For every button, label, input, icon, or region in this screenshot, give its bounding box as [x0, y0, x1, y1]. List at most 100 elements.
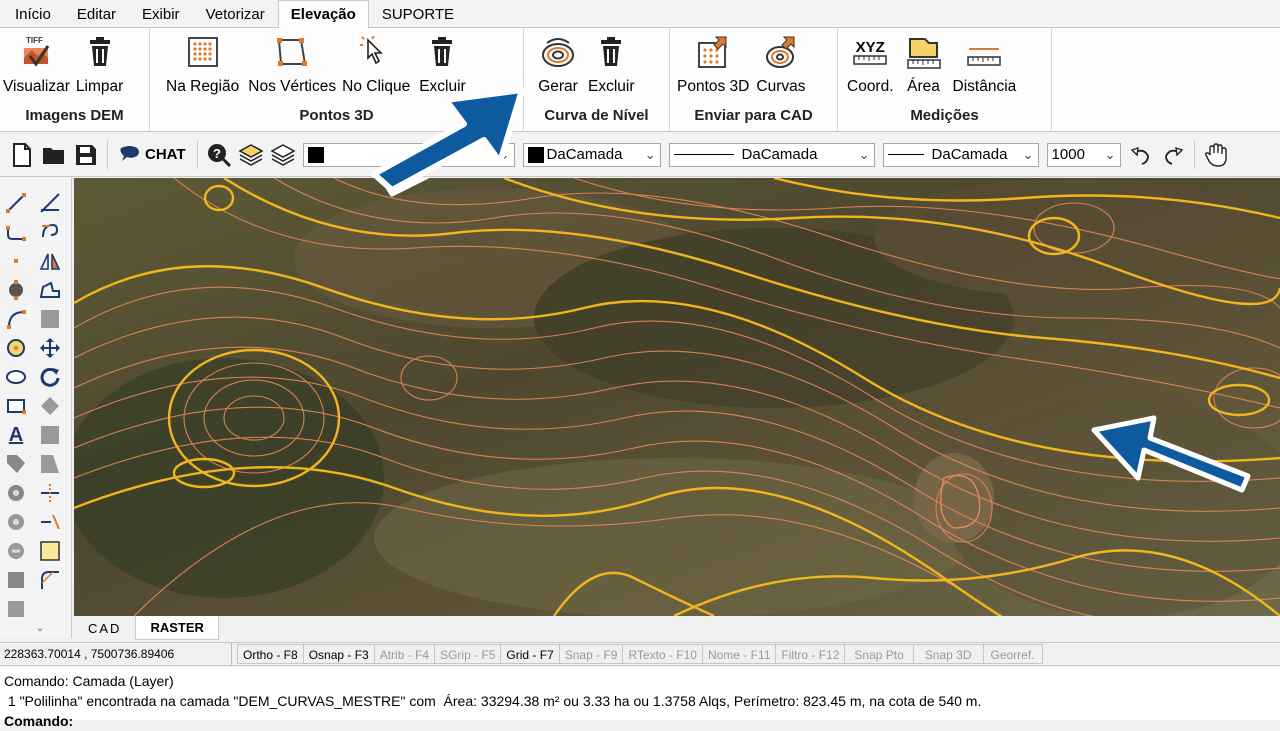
georref-toggle[interactable]: Georref.: [982, 644, 1043, 664]
tab-editar[interactable]: Editar: [64, 1, 129, 27]
tab-cad[interactable]: CAD: [74, 616, 135, 640]
group-medicoes: XYZ Coord. Área Distância Medições: [838, 28, 1052, 132]
move-tool-icon[interactable]: [36, 335, 64, 361]
grid-toggle[interactable]: Grid - F7: [500, 644, 560, 664]
limpar-button[interactable]: Limpar: [73, 32, 126, 96]
mirror-tool-icon[interactable]: [36, 248, 64, 274]
region-tool-icon[interactable]: [2, 567, 30, 593]
tab-inicio[interactable]: Início: [2, 1, 64, 27]
ribbon: TIFF Visualizar Limpar Imagens DEM Na Re…: [0, 28, 1280, 132]
point-tool-icon[interactable]: [2, 248, 30, 274]
polyline-tool-icon[interactable]: [2, 219, 30, 245]
rectangle-tool-icon[interactable]: [2, 393, 30, 419]
nos-vertices-button[interactable]: Nos Vértices: [245, 32, 339, 96]
note-tool-icon[interactable]: [36, 538, 64, 564]
trash-icon: [591, 32, 631, 72]
tab-elevacao[interactable]: Elevação: [277, 0, 369, 28]
area-ruler-icon: [904, 32, 944, 72]
toolbar-separator: [1193, 140, 1195, 169]
chat-button[interactable]: CHAT: [113, 145, 192, 164]
distancia-button[interactable]: Distância: [949, 32, 1021, 96]
atrib-toggle[interactable]: Atrib - F4: [373, 644, 436, 664]
scale-combo[interactable]: 1000 ⌄: [1046, 142, 1121, 167]
group-imagens-dem: TIFF Visualizar Limpar Imagens DEM: [0, 28, 150, 132]
layers-icon[interactable]: [237, 141, 265, 169]
trim-tool-icon[interactable]: [36, 190, 64, 216]
tiff-visualize-icon: TIFF: [16, 32, 56, 72]
tab-suporte[interactable]: SUPORTE: [369, 1, 467, 27]
nome-toggle[interactable]: Nome - F11: [701, 644, 777, 664]
coordinate-readout: 228363.70014 , 7500736.89406: [0, 643, 232, 665]
tab-raster[interactable]: RASTER: [135, 616, 219, 640]
curvas-cad-button[interactable]: Curvas: [752, 32, 809, 96]
group-enviar-cad: Pontos 3D Curvas Enviar para CAD: [670, 28, 838, 132]
undo-icon[interactable]: [1127, 141, 1155, 169]
excluir-curvas-button[interactable]: Excluir: [582, 32, 641, 96]
callout-arrow-gerar: [371, 87, 525, 192]
explode-tool-icon[interactable]: [36, 422, 64, 448]
rtexto-toggle[interactable]: RTexto - F10: [622, 644, 703, 664]
fillet-tool-icon[interactable]: [36, 567, 64, 593]
tab-vetorizar[interactable]: Vetorizar: [193, 1, 278, 27]
status-bar: 228363.70014 , 7500736.89406 Ortho - F8 …: [0, 642, 1280, 666]
command-line-2: 1 "Polilinha" encontrada na camada "DEM_…: [4, 693, 982, 709]
command-line-1: Comando: Camada (Layer): [4, 673, 174, 689]
save-icon[interactable]: [72, 141, 100, 169]
circle-tool-icon[interactable]: [2, 335, 30, 361]
xyz-ruler-icon: XYZ: [850, 32, 890, 72]
tag-tool-icon[interactable]: [2, 451, 30, 477]
rotate-tool-icon[interactable]: [36, 364, 64, 390]
layers-manager-icon[interactable]: [269, 141, 297, 169]
filtro-toggle[interactable]: Filtro - F12: [775, 644, 846, 664]
coord-button[interactable]: XYZ Coord.: [842, 32, 899, 96]
block-tool-icon[interactable]: [2, 480, 30, 506]
scroll-down-icon[interactable]: ⌄: [26, 618, 54, 636]
standard-toolbar: CHAT ? ⌄ DaCamada ⌄ DaCamada ⌄ DaCamada …: [0, 133, 1280, 177]
open-folder-icon[interactable]: [40, 141, 68, 169]
gerar-button[interactable]: Gerar: [534, 32, 582, 96]
extend-tool-icon[interactable]: [36, 451, 64, 477]
raster-canvas[interactable]: [74, 178, 1280, 616]
ellipse-tool-icon[interactable]: [2, 364, 30, 390]
insert-tool-icon[interactable]: [2, 509, 30, 535]
help-search-icon[interactable]: ?: [205, 141, 233, 169]
break-tool-icon[interactable]: [36, 480, 64, 506]
osnap-toggle[interactable]: Osnap - F3: [302, 644, 375, 664]
chevron-down-icon: ⌄: [1104, 146, 1116, 162]
pan-hand-icon[interactable]: [1202, 141, 1230, 169]
na-regiao-button[interactable]: Na Região: [160, 32, 245, 96]
vertex-points-icon: [272, 32, 312, 72]
text-tool-icon[interactable]: A: [2, 422, 30, 448]
command-prompt[interactable]: Comando:: [4, 711, 1276, 731]
new-file-icon[interactable]: [8, 141, 36, 169]
ribbon-tab-bar: Início Editar Exibir Vetorizar Elevação …: [0, 0, 1280, 28]
area-button[interactable]: Área: [899, 32, 949, 96]
join-tool-icon[interactable]: [36, 509, 64, 535]
color-combo[interactable]: DaCamada ⌄: [522, 142, 661, 167]
redo-icon[interactable]: [1159, 141, 1187, 169]
line-preview: [673, 154, 734, 155]
snap-3d-toggle[interactable]: Snap 3D: [912, 644, 984, 664]
snap-pto-toggle[interactable]: Snap Pto: [844, 644, 914, 664]
svg-text:?: ?: [213, 146, 221, 161]
attach-tool-icon[interactable]: [2, 538, 30, 564]
pontos-3d-cad-button[interactable]: Pontos 3D: [674, 32, 752, 96]
arc-tool-icon[interactable]: [2, 306, 30, 332]
visualizar-button[interactable]: TIFF Visualizar: [0, 32, 73, 96]
node-tool-icon[interactable]: [2, 277, 30, 303]
group-curva-nivel: Gerar Excluir Curva de Nível: [524, 28, 670, 132]
line-preview: [887, 154, 924, 155]
stretch-tool-icon[interactable]: [36, 277, 64, 303]
drawing-tools-panel: A ⌄: [0, 178, 72, 638]
ortho-toggle[interactable]: Ortho - F8: [237, 644, 304, 664]
scale-tool-icon[interactable]: [36, 393, 64, 419]
sgrip-toggle[interactable]: SGrip - F5: [434, 644, 502, 664]
tab-exibir[interactable]: Exibir: [129, 1, 193, 27]
lineweight-combo[interactable]: DaCamada ⌄: [882, 142, 1039, 167]
snap-toggle[interactable]: Snap - F9: [558, 644, 624, 664]
fill-tool-icon[interactable]: [36, 306, 64, 332]
linetype-combo[interactable]: DaCamada ⌄: [668, 142, 875, 167]
offset-tool-icon[interactable]: [36, 219, 64, 245]
line-tool-icon[interactable]: [2, 190, 30, 216]
grid-points-icon: [183, 32, 223, 72]
